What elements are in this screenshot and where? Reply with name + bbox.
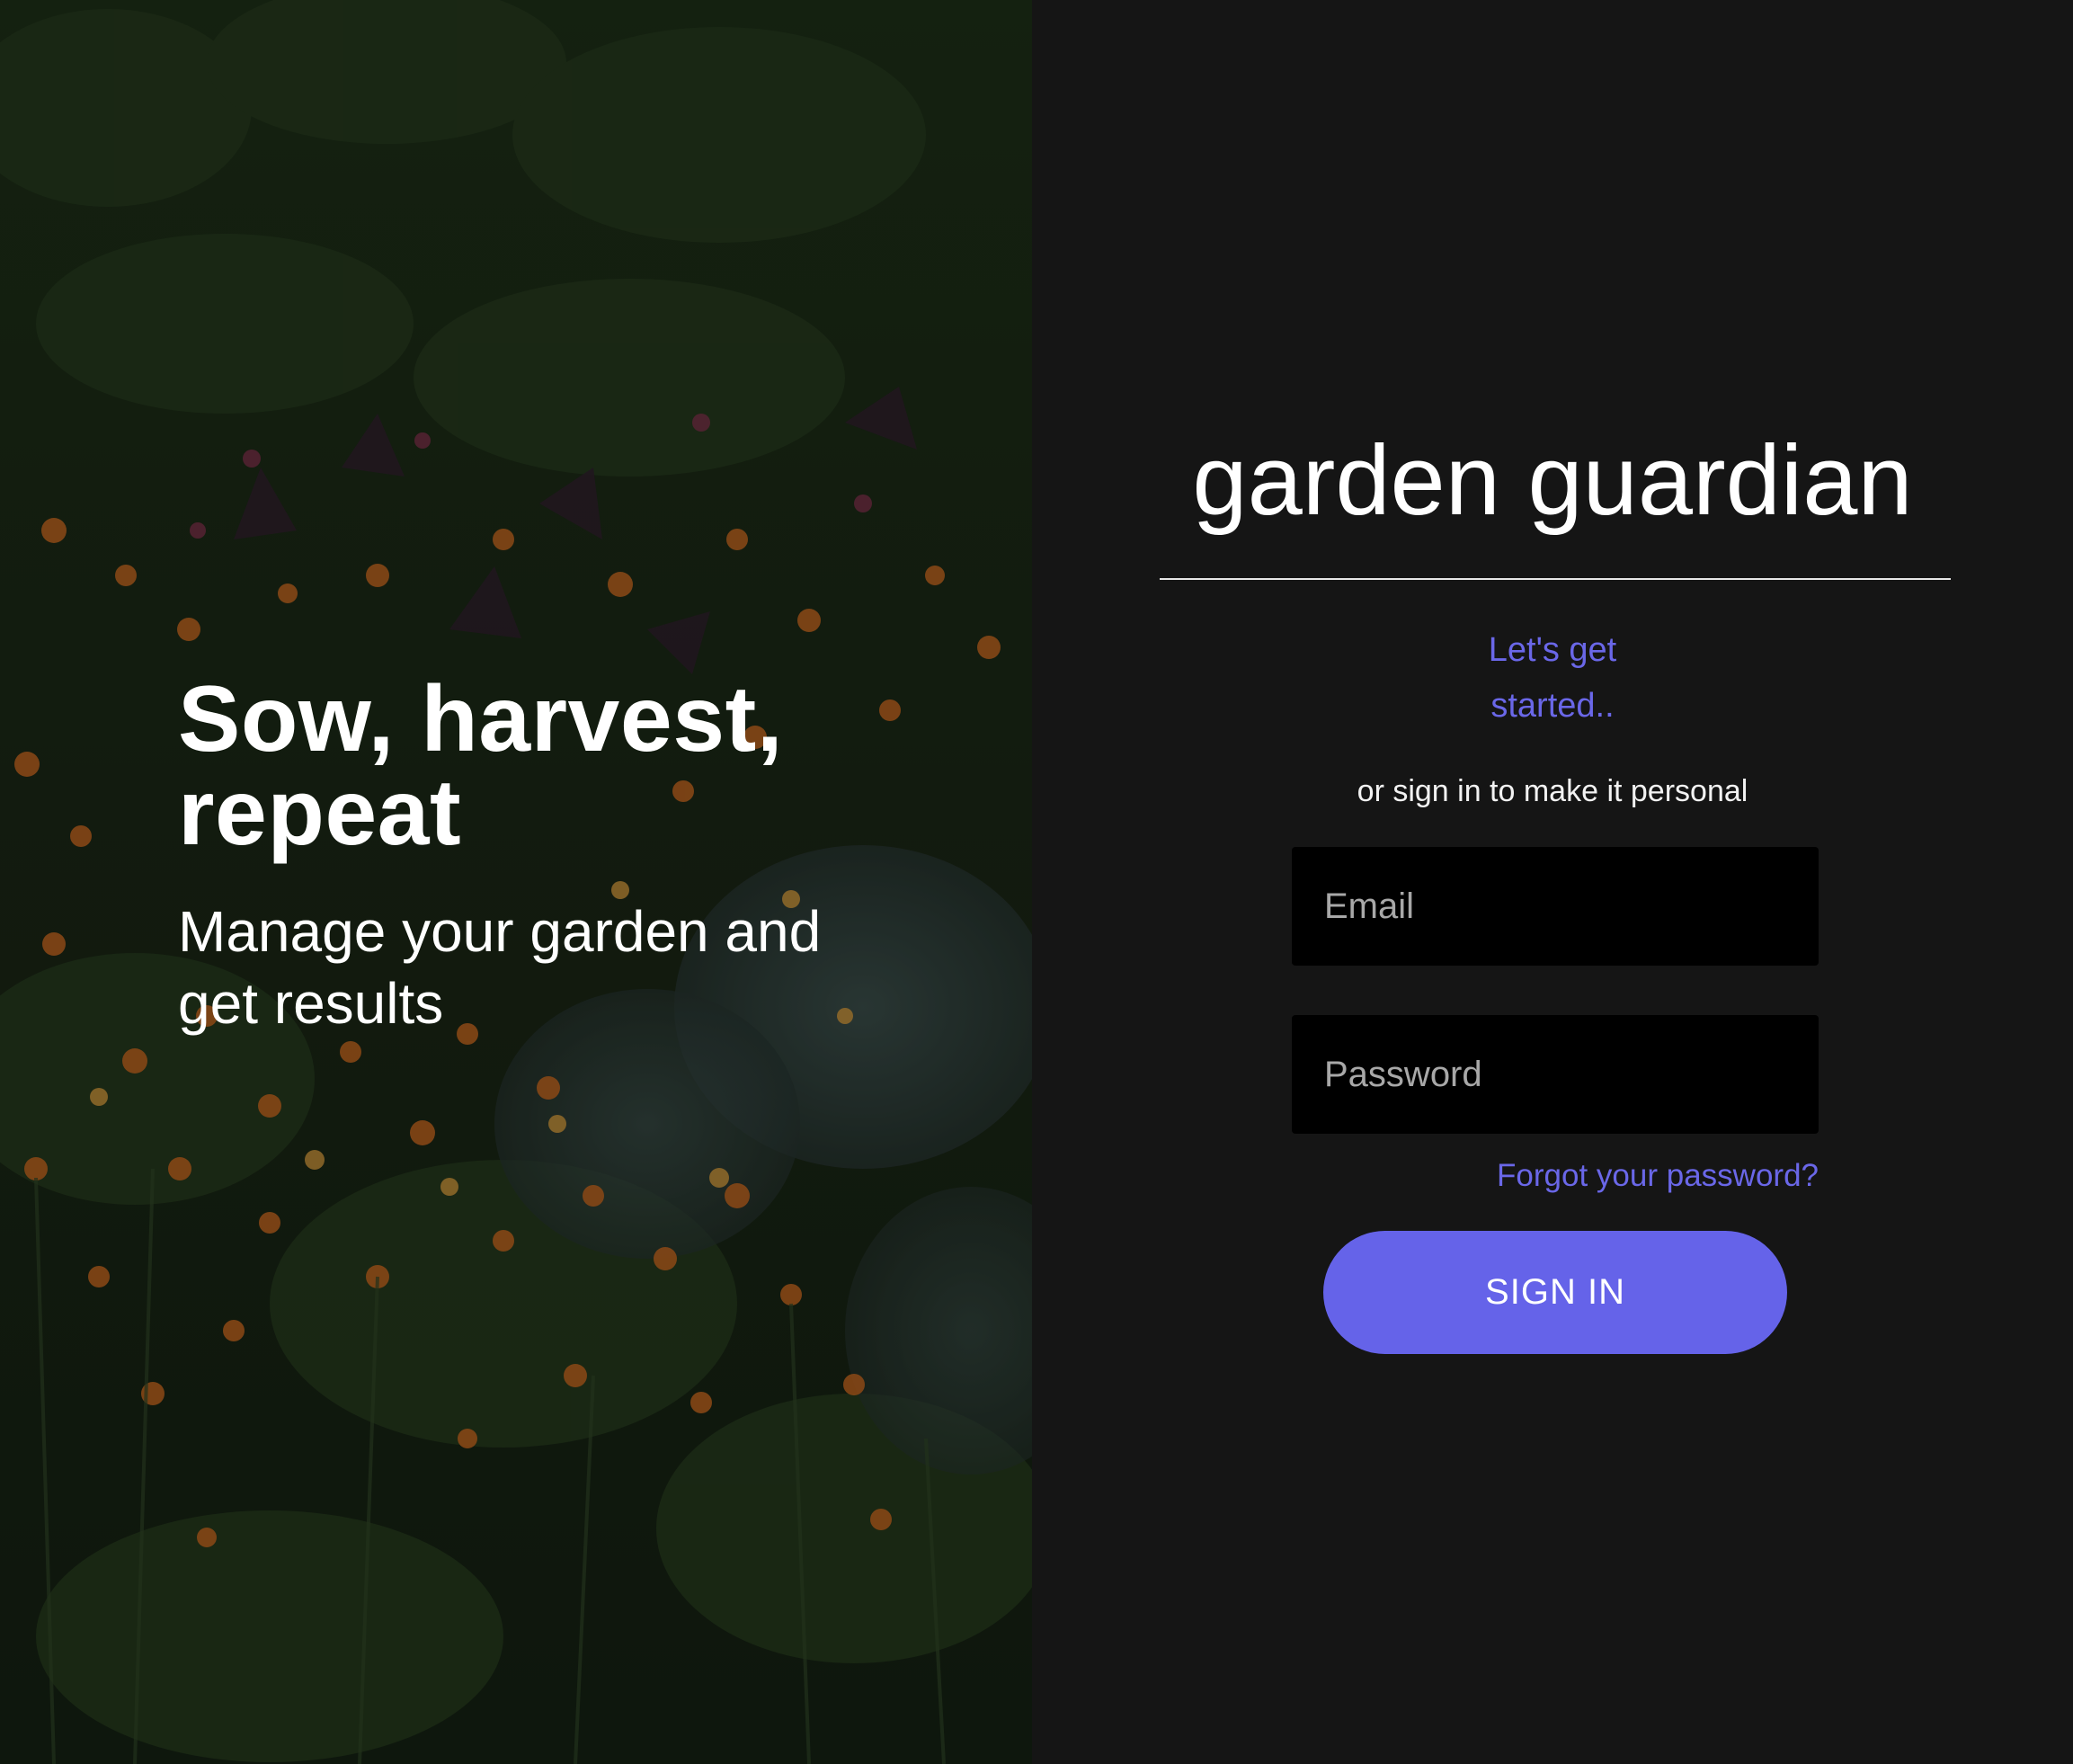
brand-divider <box>1160 578 1951 580</box>
signin-subtitle: or sign in to make it personal <box>1357 774 1748 808</box>
tagline-line-2: started.. <box>1490 687 1615 725</box>
hero-section: Sow, harvest, repeat Manage your garden … <box>0 0 1032 1764</box>
login-page: Sow, harvest, repeat Manage your garden … <box>0 0 2073 1764</box>
hero-copy: Sow, harvest, repeat Manage your garden … <box>178 673 915 1039</box>
email-field[interactable] <box>1292 847 1819 966</box>
password-field[interactable] <box>1292 1015 1819 1134</box>
tagline: Let's get started.. <box>1373 622 1732 734</box>
sign-in-button[interactable]: SIGN IN <box>1323 1231 1787 1354</box>
hero-subtitle: Manage your garden and get results <box>178 899 822 1036</box>
login-panel: garden guardian Let's get started.. or s… <box>1032 0 2073 1764</box>
hero-title: Sow, harvest, repeat <box>178 667 784 865</box>
forgot-password-link[interactable]: Forgot your password? <box>1497 1156 1819 1196</box>
tagline-line-1: Let's get <box>1488 631 1617 669</box>
brand-title: garden guardian <box>1192 425 1913 536</box>
